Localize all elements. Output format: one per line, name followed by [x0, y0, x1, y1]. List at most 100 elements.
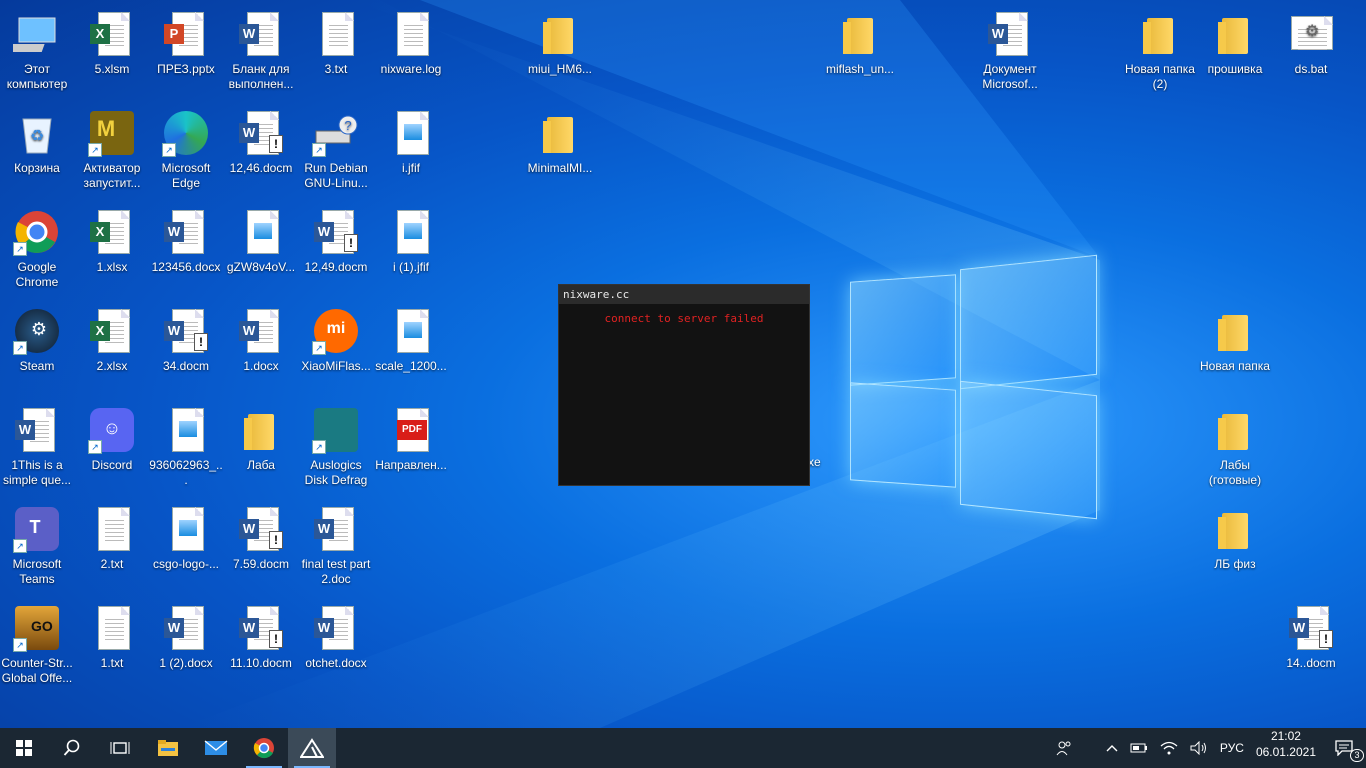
desktop-icon[interactable]: W 1 (2).docx — [149, 600, 223, 692]
desktop-icon[interactable]: nixware.log — [374, 6, 448, 98]
network-button[interactable] — [1154, 728, 1184, 768]
desktop-icon[interactable]: csgo-logo-... — [149, 501, 223, 593]
word-document-icon: W — [162, 208, 210, 256]
desktop-icon[interactable]: W! 12,49.docm — [299, 204, 373, 296]
desktop-icon[interactable]: mi ↗ XiaoMiFlas... — [299, 303, 373, 395]
word-document-icon: W — [312, 604, 360, 652]
show-hidden-icons-button[interactable] — [1100, 728, 1124, 768]
desktop-icon[interactable]: ↗ Google Chrome — [0, 204, 74, 296]
desktop-icon[interactable]: W! 7.59.docm — [224, 501, 298, 593]
chrome-taskbar-button[interactable] — [240, 728, 288, 768]
console-title[interactable]: nixware.cc — [559, 285, 809, 304]
search-button[interactable] — [48, 728, 96, 768]
recycle-bin-icon: ♻ — [13, 109, 61, 157]
desktop-icon[interactable]: Лаба — [224, 402, 298, 494]
desktop-icon[interactable]: Wfinal test part 2.doc — [299, 501, 373, 593]
word-document-icon: W — [237, 307, 285, 355]
desktop-icon[interactable]: W! 11.10.docm — [224, 600, 298, 692]
desktop-icon[interactable]: ⚙ ↗ Steam — [0, 303, 74, 395]
svg-text:♻: ♻ — [30, 128, 44, 145]
clock[interactable]: 21:02 06.01.2021 — [1250, 728, 1322, 768]
mail-button[interactable] — [192, 728, 240, 768]
desktop-icon[interactable]: W! 12,46.docm — [224, 105, 298, 197]
desktop-icon[interactable]: ↗ Auslogics Disk Defrag — [299, 402, 373, 494]
desktop-icon[interactable]: ☺ ↗ Discord — [75, 402, 149, 494]
nixware-taskbar-button[interactable] — [288, 728, 336, 768]
desktop-icon[interactable]: прошивка — [1198, 6, 1272, 98]
chevron-up-icon — [1106, 745, 1118, 752]
desktop-icon[interactable]: W 1.docx — [224, 303, 298, 395]
desktop-icon[interactable]: MinimalMI... — [523, 105, 597, 197]
desktop-icon[interactable]: X 1.xlsx — [75, 204, 149, 296]
desktop-icon[interactable]: W 123456.docx — [149, 204, 223, 296]
word-document-icon: W — [237, 10, 285, 58]
desktop-icon-label: csgo-logo-... — [152, 557, 220, 571]
desktop-icon[interactable]: ↗ Microsoft Edge — [149, 105, 223, 197]
image-file-icon — [162, 505, 210, 553]
desktop-icon[interactable]: W 1This is a simple que... — [0, 402, 74, 494]
svg-text:?: ? — [344, 118, 351, 133]
desktop-icon-label: 936062963_... — [149, 458, 223, 487]
desktop-icon[interactable]: scale_1200... — [374, 303, 448, 395]
folder-icon — [1211, 505, 1259, 553]
edge-icon: ↗ — [162, 109, 210, 157]
desktop-icon[interactable]: i.jfif — [374, 105, 448, 197]
image-file-icon — [162, 406, 210, 454]
task-view-button[interactable] — [96, 728, 144, 768]
desktop-icon[interactable]: P ПРЕЗ.pptx — [149, 6, 223, 98]
desktop-icon-label: прошивка — [1207, 62, 1263, 76]
desktop-icon[interactable]: Новая папка (2) — [1123, 6, 1197, 98]
desktop-icon[interactable]: 1.txt — [75, 600, 149, 692]
desktop-icon[interactable]: ЛБ физ — [1198, 501, 1272, 593]
desktop-icon-label: final test part 2.doc — [301, 557, 371, 586]
desktop-icon-label: 2.xlsx — [96, 359, 128, 373]
start-button[interactable] — [0, 728, 48, 768]
desktop-icon[interactable]: W Бланк для выполнен... — [224, 6, 298, 98]
desktop-icon[interactable]: GO ↗ Counter-Str... Global Offe... — [0, 600, 74, 692]
desktop-icon[interactable]: W! 14..docm — [1274, 600, 1348, 692]
desktop-icon[interactable]: T ↗ Microsoft Teams — [0, 501, 74, 593]
desktop-icon[interactable]: Wotchet.docx — [299, 600, 373, 692]
chrome-icon — [253, 738, 274, 759]
desktop-icon-label: 34.docm — [162, 359, 210, 373]
windows-logo-pane-tr — [960, 254, 1097, 390]
image-file-icon — [387, 307, 435, 355]
desktop-icon-label: Counter-Str... Global Offe... — [1, 656, 73, 685]
steam-icon: ⚙ ↗ — [13, 307, 61, 355]
powerpoint-document-icon: P — [162, 10, 210, 58]
desktop-icon[interactable]: W! 34.docm — [149, 303, 223, 395]
desktop-icon-label: Документ Microsof... — [982, 62, 1038, 91]
desktop-icon-label: Активатор запустит... — [83, 161, 141, 190]
desktop-icon[interactable]: 936062963_... — [149, 402, 223, 494]
desktop-icon-label: scale_1200... — [375, 359, 447, 373]
desktop-icon[interactable]: ♻ Корзина — [0, 105, 74, 197]
desktop-icon[interactable]: Этот компьютер — [0, 6, 74, 98]
desktop-icon[interactable]: ? ↗ Run Debian GNU-Linu... — [299, 105, 373, 197]
desktop-icon[interactable]: PDF Направлен... — [374, 402, 448, 494]
battery-button[interactable] — [1124, 728, 1154, 768]
desktop-icon[interactable]: X 5.xlsm — [75, 6, 149, 98]
nixware-console-window[interactable]: nixware.cc connect to server failed — [558, 284, 810, 486]
desktop-icon-label: gZW8v4oV... — [226, 260, 296, 274]
desktop-icon[interactable]: i (1).jfif — [374, 204, 448, 296]
desktop-icon[interactable]: 2.txt — [75, 501, 149, 593]
file-explorer-button[interactable] — [144, 728, 192, 768]
desktop-icon[interactable]: ⚙ ds.bat — [1274, 6, 1348, 98]
desktop-icon[interactable]: M ↗ Активатор запустит... — [75, 105, 149, 197]
desktop-icon[interactable]: 3.txt — [299, 6, 373, 98]
desktop-icon[interactable]: gZW8v4oV... — [224, 204, 298, 296]
desktop-icon[interactable]: X 2.xlsx — [75, 303, 149, 395]
desktop-icon[interactable]: Новая папка — [1198, 303, 1272, 395]
desktop-icon[interactable]: miflash_un... — [823, 6, 897, 98]
csgo-icon: GO ↗ — [13, 604, 61, 652]
desktop-icon-label: Лабы (готовые) — [1208, 458, 1262, 487]
input-language-indicator[interactable]: РУС — [1214, 728, 1250, 768]
desktop-icon[interactable]: miui_HM6... — [523, 6, 597, 98]
volume-button[interactable] — [1184, 728, 1214, 768]
desktop-icon[interactable]: Лабы (готовые) — [1198, 402, 1272, 494]
notifications-button[interactable]: 3 — [1322, 728, 1366, 768]
people-button[interactable] — [1050, 728, 1078, 768]
desktop-icon-label: Auslogics Disk Defrag — [304, 458, 368, 487]
desktop-icon[interactable]: W Документ Microsof... — [973, 6, 1047, 98]
desktop-icon-label: Этот компьютер — [6, 62, 68, 91]
